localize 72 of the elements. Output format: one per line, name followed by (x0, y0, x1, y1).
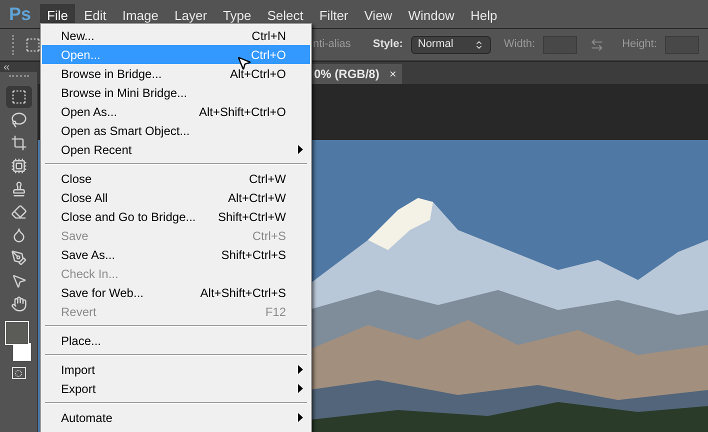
menu-item-label: Save As... (61, 246, 116, 264)
shortcut-label: Alt+Shift+Ctrl+S (200, 284, 286, 302)
shortcut-label: Ctrl+N (252, 28, 286, 44)
eraser-icon[interactable] (10, 204, 26, 220)
menu-item-label: Open As... (61, 104, 118, 120)
menu-item[interactable]: Open as Smart Object... (42, 121, 310, 140)
menu-item-label: Place... (61, 332, 102, 350)
foreground-color-swatch[interactable] (4, 321, 28, 345)
shortcut-label: Shift+Ctrl+S (221, 246, 286, 264)
menu-item[interactable]: Close Ctrl+W (42, 169, 310, 188)
menu-item[interactable]: Browse in Mini Bridge... (42, 83, 310, 102)
menu-item-label: Check In... (61, 266, 120, 282)
menu-item[interactable]: Close and Go to Bridge... Shift+Ctrl+W (42, 207, 310, 226)
menu-item[interactable]: Close All Alt+Ctrl+W (42, 188, 310, 207)
menu-item-label: Save (61, 228, 90, 244)
menu-item-label: Close All (61, 190, 109, 206)
marquee-icon[interactable] (10, 89, 26, 105)
shortcut-label: Shift+Ctrl+W (218, 208, 286, 226)
menu-item[interactable]: Save As... Shift+Ctrl+S (42, 245, 310, 264)
menu-item-label: Save for Web... (61, 284, 144, 302)
menu-item-label: Automate (61, 410, 114, 426)
document-tab[interactable]: 0% (RGB/8) × (310, 64, 402, 84)
shortcut-label: Ctrl+O (250, 46, 286, 64)
menu-item-label: Close and Go to Bridge... (61, 208, 197, 226)
style-dropdown[interactable]: Normal (410, 36, 491, 54)
style-label: Style: (372, 37, 403, 52)
close-tab-button[interactable]: × (389, 65, 396, 83)
menu-item[interactable]: Open Recent (42, 140, 310, 159)
height-label: Height: (622, 37, 657, 52)
shortcut-label: Alt+Ctrl+W (228, 190, 286, 206)
menu-item-label: New... (61, 28, 96, 44)
menu-title[interactable]: Filter (312, 4, 356, 28)
menu-item[interactable]: Automate (42, 408, 310, 427)
menu-item-label: Import (61, 362, 96, 378)
shortcut-label: Alt+Shift+Ctrl+O (198, 104, 286, 120)
menu-item-label: Open Recent (61, 142, 133, 158)
lasso-icon[interactable] (10, 112, 26, 128)
hand-icon[interactable] (10, 296, 26, 312)
pointer-icon[interactable] (10, 273, 26, 289)
menu-item[interactable]: New... Ctrl+N (42, 26, 310, 45)
shortcut-label: F12 (265, 304, 286, 320)
stamp-icon[interactable] (10, 181, 26, 197)
menu-item[interactable]: Import (42, 360, 310, 379)
quick-mask-icon[interactable] (12, 367, 26, 379)
menu-title[interactable]: Help (463, 4, 504, 28)
menu-item-label: Close (61, 170, 93, 188)
width-label: Width: (504, 37, 536, 52)
menu-item[interactable]: Open As... Alt+Shift+Ctrl+O (42, 102, 310, 121)
droplet-icon[interactable] (10, 227, 26, 243)
collapse-icon[interactable] (2, 62, 11, 72)
menu-item-label: Export (61, 380, 97, 398)
chip-icon[interactable] (10, 158, 26, 174)
marquee-icon[interactable] (25, 36, 41, 52)
menu-item-label: Open as Smart Object... (61, 122, 191, 140)
crop-icon[interactable] (10, 135, 26, 151)
menu-item[interactable]: Export (42, 379, 310, 398)
menu-title[interactable]: Window (401, 4, 462, 28)
menu-item[interactable]: Save for Web... Alt+Shift+Ctrl+S (42, 283, 310, 302)
menu-title[interactable]: View (357, 4, 400, 28)
shortcut-label: Ctrl+W (249, 170, 286, 188)
menu-item-label: Revert (61, 304, 98, 320)
pen-icon[interactable] (10, 250, 26, 266)
menu-item-label: Browse in Bridge... (61, 66, 163, 82)
shortcut-label: Ctrl+S (252, 228, 286, 244)
menu-item[interactable]: Place... (42, 331, 310, 350)
background-color-swatch[interactable] (12, 343, 30, 361)
menu-item[interactable]: Browse in Bridge... Alt+Ctrl+O (42, 64, 310, 83)
menu-item-label: Open... (61, 46, 102, 64)
mouse-cursor-icon (236, 55, 252, 71)
shortcut-label: Alt+Ctrl+O (230, 66, 286, 82)
dropdown-arrows-icon (474, 40, 484, 50)
menu-item-label: Browse in Mini Bridge... (61, 84, 188, 102)
